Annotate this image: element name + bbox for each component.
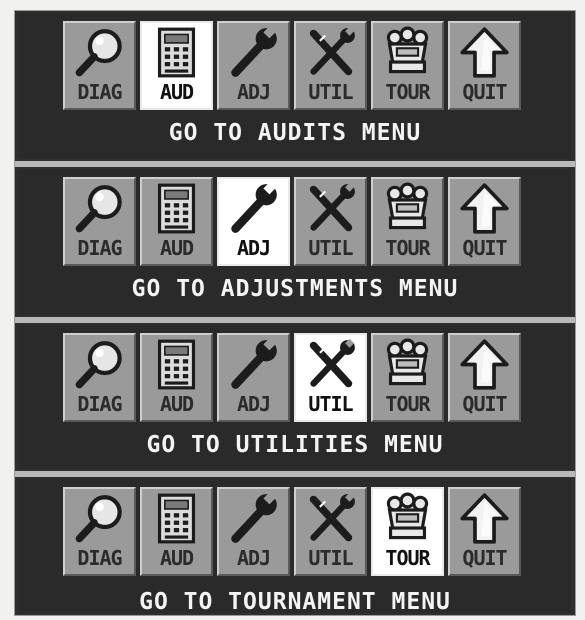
tour-label: TOUR <box>385 392 430 416</box>
tour-label: TOUR <box>385 236 430 260</box>
adj-label: ADJ <box>236 546 271 570</box>
tour-label: TOUR <box>385 80 430 104</box>
diag-label: DIAG <box>77 80 122 104</box>
aud-button[interactable]: AUD <box>140 21 213 110</box>
wrench-icon <box>227 337 280 391</box>
util-button[interactable]: UTIL <box>294 177 367 266</box>
menu-caption: GO TO UTILITIES MENU <box>146 432 444 458</box>
util-button[interactable]: UTIL <box>294 21 367 110</box>
quit-label: QUIT <box>462 236 507 260</box>
panel-divider <box>15 161 575 167</box>
crown-icon <box>381 26 434 79</box>
menu-panel-adjustments: DIAG AUD ADJ UTIL TOUR QUIT GO TO ADJUST… <box>19 169 571 315</box>
adj-button[interactable]: ADJ <box>217 21 290 110</box>
crossed-tools-icon <box>304 338 357 391</box>
crossed-tools-icon <box>304 492 357 545</box>
crown-icon <box>381 338 434 391</box>
menu-button-row: DIAG AUD ADJ UTIL TOUR QUIT <box>63 333 521 422</box>
adj-button[interactable]: ADJ <box>217 487 290 576</box>
tour-button[interactable]: TOUR <box>371 21 444 110</box>
wrench-icon <box>227 25 280 79</box>
tour-button[interactable]: TOUR <box>371 177 444 266</box>
util-label: UTIL <box>308 236 353 260</box>
menu-caption: GO TO AUDITS MENU <box>168 120 422 146</box>
menu-button-row: DIAG AUD ADJ UTIL TOUR QUIT <box>63 21 521 110</box>
aud-label: AUD <box>159 80 194 104</box>
calculator-icon <box>150 338 203 391</box>
up-arrow-icon <box>458 182 511 235</box>
aud-label: AUD <box>159 546 194 570</box>
crown-icon <box>381 182 434 235</box>
menu-screenshot: DIAG AUD ADJ UTIL TOUR QUIT GO TO AUDITS… <box>14 10 576 616</box>
wrench-icon <box>227 181 280 235</box>
quit-label: QUIT <box>462 546 507 570</box>
quit-button[interactable]: QUIT <box>448 487 521 576</box>
diag-button[interactable]: DIAG <box>63 487 136 576</box>
diag-label: DIAG <box>77 236 122 260</box>
quit-label: QUIT <box>462 80 507 104</box>
diag-button[interactable]: DIAG <box>63 333 136 422</box>
quit-button[interactable]: QUIT <box>448 333 521 422</box>
diag-button[interactable]: DIAG <box>63 21 136 110</box>
aud-button[interactable]: AUD <box>140 487 213 576</box>
adj-label: ADJ <box>236 392 271 416</box>
up-arrow-icon <box>458 26 511 79</box>
adj-button[interactable]: ADJ <box>217 333 290 422</box>
crossed-tools-icon <box>304 182 357 235</box>
tour-button[interactable]: TOUR <box>371 333 444 422</box>
tour-button[interactable]: TOUR <box>371 487 444 576</box>
aud-button[interactable]: AUD <box>140 177 213 266</box>
crown-icon <box>381 492 434 545</box>
up-arrow-icon <box>458 492 511 545</box>
aud-label: AUD <box>159 392 194 416</box>
panel-divider <box>15 317 575 323</box>
quit-button[interactable]: QUIT <box>448 177 521 266</box>
magnifier-icon <box>73 492 126 545</box>
util-button[interactable]: UTIL <box>294 333 367 422</box>
adj-label: ADJ <box>236 236 271 260</box>
aud-label: AUD <box>159 236 194 260</box>
calculator-icon <box>150 182 203 235</box>
menu-caption: GO TO TOURNAMENT MENU <box>139 589 451 615</box>
menu-panel-utilities: DIAG AUD ADJ UTIL TOUR QUIT GO TO UTILIT… <box>19 325 571 469</box>
util-button[interactable]: UTIL <box>294 487 367 576</box>
util-label: UTIL <box>308 392 353 416</box>
magnifier-icon <box>73 26 126 79</box>
diag-label: DIAG <box>77 546 122 570</box>
panel-divider <box>15 471 575 477</box>
calculator-icon <box>150 26 203 79</box>
menu-button-row: DIAG AUD ADJ UTIL TOUR QUIT <box>63 487 521 576</box>
menu-panel-audits: DIAG AUD ADJ UTIL TOUR QUIT GO TO AUDITS… <box>19 13 571 159</box>
menu-panel-tournament: DIAG AUD ADJ UTIL TOUR QUIT GO TO TOURNA… <box>19 479 571 615</box>
tour-label: TOUR <box>385 546 430 570</box>
magnifier-icon <box>73 338 126 391</box>
menu-button-row: DIAG AUD ADJ UTIL TOUR QUIT <box>63 177 521 266</box>
calculator-icon <box>150 492 203 545</box>
up-arrow-icon <box>458 338 511 391</box>
diag-button[interactable]: DIAG <box>63 177 136 266</box>
menu-caption: GO TO ADJUSTMENTS MENU <box>131 276 459 302</box>
adj-button[interactable]: ADJ <box>217 177 290 266</box>
diag-label: DIAG <box>77 392 122 416</box>
quit-label: QUIT <box>462 392 507 416</box>
util-label: UTIL <box>308 546 353 570</box>
wrench-icon <box>227 491 280 545</box>
magnifier-icon <box>73 182 126 235</box>
adj-label: ADJ <box>236 80 271 104</box>
aud-button[interactable]: AUD <box>140 333 213 422</box>
util-label: UTIL <box>308 80 353 104</box>
crossed-tools-icon <box>304 26 357 79</box>
quit-button[interactable]: QUIT <box>448 21 521 110</box>
